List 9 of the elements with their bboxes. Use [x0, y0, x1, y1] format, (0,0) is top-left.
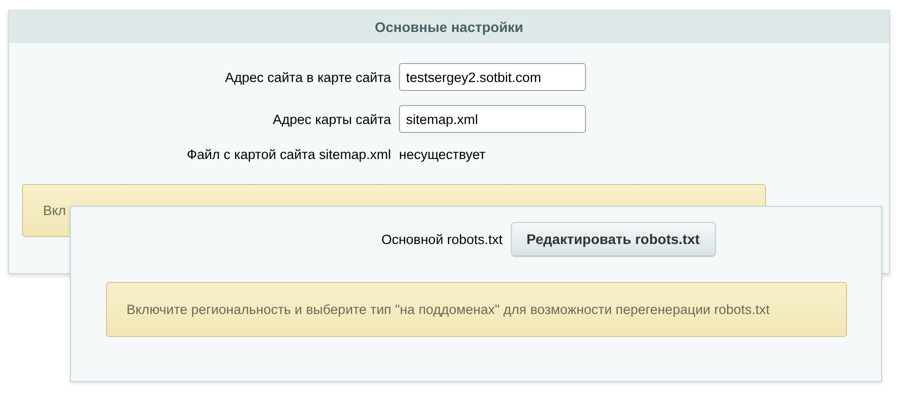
panel-title: Основные настройки — [9, 11, 889, 43]
edit-button[interactable]: Редактировать robots.txt — [510, 222, 716, 256]
notice-box: Включите региональность и выберите тип "на поддоменах" для возможности перегенерации robots.txt — [106, 282, 846, 337]
field-label: Файл с картой сайта sitemap.xml — [186, 147, 391, 162]
input-field[interactable]: sitemap.xml — [399, 105, 586, 133]
input-field[interactable]: testsergey2.sotbit.com — [399, 63, 586, 91]
field-label: Адрес сайта в карте сайта — [225, 70, 391, 84]
field-label: Адрес карты сайта — [272, 112, 391, 126]
status-text: несуществует — [399, 147, 486, 162]
